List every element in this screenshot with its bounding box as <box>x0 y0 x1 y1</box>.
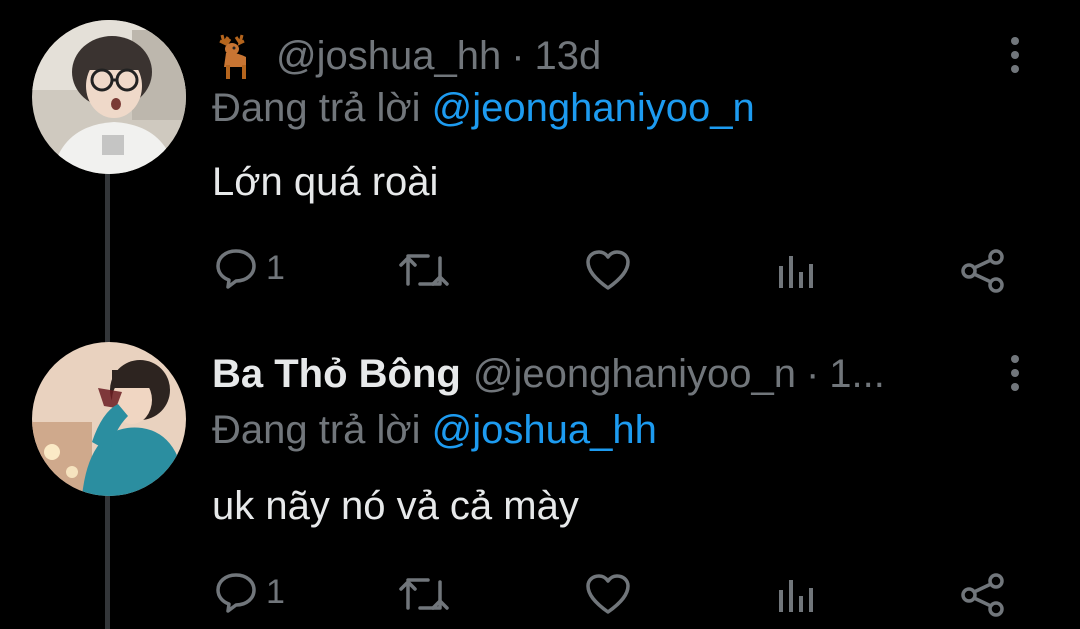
tweet-text: Lớn quá roài <box>212 160 439 204</box>
retweet-button[interactable] <box>398 250 450 290</box>
more-options-button[interactable] <box>1000 348 1030 398</box>
avatar-image <box>32 20 186 174</box>
vertical-dots-icon <box>1011 51 1019 59</box>
tweet-header: @joshua_hh · 13d <box>212 28 601 84</box>
views-button[interactable] <box>776 576 816 616</box>
retweet-icon <box>399 578 449 610</box>
replying-to-label: Đang trả lời <box>212 86 421 130</box>
reply-button[interactable]: 1 <box>214 246 285 290</box>
heart-icon <box>586 250 630 290</box>
tweet-text: uk nãy nó vả cả mày <box>212 484 579 528</box>
replying-to-label: Đang trả lời <box>212 408 421 452</box>
vertical-dots-icon <box>1011 383 1019 391</box>
retweet-icon <box>399 254 449 286</box>
deer-emoji-icon <box>212 31 256 81</box>
like-button[interactable] <box>584 572 632 616</box>
replying-to-mention[interactable]: @joshua_hh <box>432 408 657 452</box>
replying-to-line: Đang trả lời @joshua_hh <box>212 402 657 458</box>
avatar[interactable] <box>32 20 186 174</box>
avatar-image <box>32 342 186 496</box>
replying-to-line: Đang trả lời @jeonghaniyoo_n <box>212 80 755 136</box>
replying-to-mention[interactable]: @jeonghaniyoo_n <box>432 86 755 130</box>
separator-dot: · <box>511 34 525 78</box>
share-button[interactable] <box>960 248 1006 294</box>
vertical-dots-icon <box>1011 37 1019 45</box>
more-options-button[interactable] <box>1000 30 1030 80</box>
reply-button[interactable]: 1 <box>214 570 285 614</box>
user-handle[interactable]: @joshua_hh <box>276 28 501 84</box>
share-button[interactable] <box>960 572 1006 618</box>
vertical-dots-icon <box>1011 65 1019 73</box>
retweet-button[interactable] <box>398 574 450 614</box>
heart-icon <box>586 574 630 614</box>
speech-bubble-icon <box>216 249 256 289</box>
vertical-dots-icon <box>1011 355 1019 363</box>
share-icon <box>961 249 1004 293</box>
like-button[interactable] <box>584 248 632 292</box>
reply-count: 1 <box>266 248 285 287</box>
display-name[interactable]: Ba Thỏ Bông <box>212 346 461 402</box>
avatar[interactable] <box>32 342 186 496</box>
timestamp[interactable]: 1... <box>829 346 885 402</box>
bar-chart-icon <box>779 256 813 288</box>
share-icon <box>961 573 1004 617</box>
reply-count: 1 <box>266 572 285 611</box>
views-button[interactable] <box>776 252 816 292</box>
speech-bubble-icon <box>216 573 256 613</box>
separator-dot: · <box>805 352 820 396</box>
timestamp[interactable]: 13d <box>535 28 602 84</box>
bar-chart-icon <box>779 580 813 612</box>
user-handle[interactable]: @jeonghaniyoo_n <box>473 346 796 402</box>
tweet[interactable]: @joshua_hh · 13d Đang trả lời @jeonghani… <box>0 20 1080 320</box>
vertical-dots-icon <box>1011 369 1019 377</box>
tweet[interactable]: Ba Thỏ Bông @jeonghaniyoo_n · 1... Đang … <box>0 342 1080 629</box>
tweet-header: Ba Thỏ Bông @jeonghaniyoo_n · 1... <box>212 346 885 402</box>
reply-thread: @joshua_hh · 13d Đang trả lời @jeonghani… <box>0 0 1080 629</box>
